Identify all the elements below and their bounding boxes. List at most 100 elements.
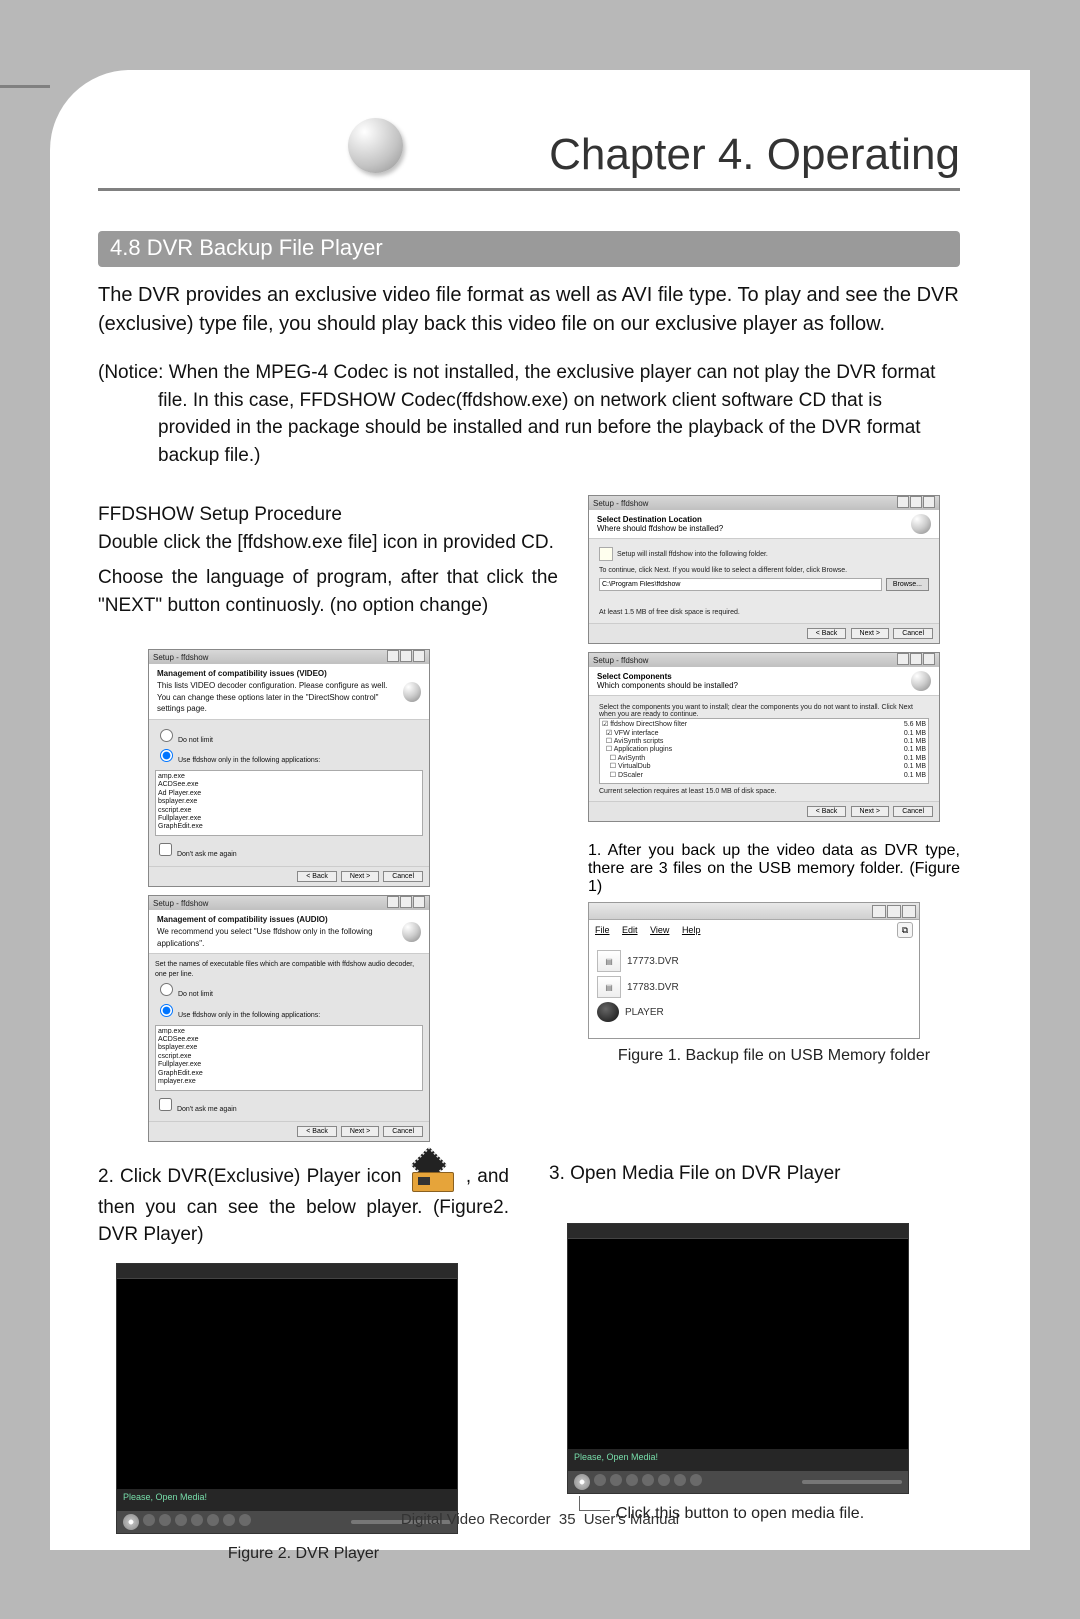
step1-text: 1. After you back up the video data as D… [588, 842, 960, 896]
min-icon[interactable] [897, 496, 909, 508]
inst2-body: Select the components you want to instal… [589, 696, 939, 801]
max-icon[interactable] [910, 496, 922, 508]
inst2-titlebar: Setup - ffdshow [589, 653, 939, 667]
control-button[interactable] [626, 1474, 638, 1486]
back-button[interactable]: < Back [297, 871, 337, 882]
mgmt2-listbox[interactable]: amp.exe ACDSee.exe bsplayer.exe cscript.… [155, 1025, 423, 1091]
next-button[interactable]: Next > [851, 806, 889, 817]
opt-use-radio[interactable] [160, 749, 173, 762]
min-icon[interactable] [872, 905, 886, 918]
dvr-player-icon [412, 1160, 456, 1194]
player-status: Please, Open Media! [568, 1449, 908, 1471]
app-item: amp.exe [158, 773, 420, 781]
video-area [568, 1239, 908, 1449]
component-list[interactable]: ☑ ffdshow DirectShow filter5.6 MB ☑ VFW … [599, 718, 929, 784]
cancel-button[interactable]: Cancel [383, 871, 423, 882]
open-media-button[interactable] [574, 1474, 590, 1490]
file-icon: ▤ [597, 976, 621, 998]
player-titlebar [568, 1224, 908, 1239]
browse-button[interactable]: Browse... [886, 578, 929, 591]
file-item[interactable]: PLAYER [597, 1002, 911, 1022]
back-button[interactable]: < Back [297, 1126, 337, 1137]
app-item: cscript.exe [158, 807, 420, 815]
installer-components: Setup - ffdshow Select Components Which … [588, 652, 940, 822]
inst1-header-title: Select Destination Location [597, 515, 702, 524]
step2-before: 2. Click DVR(Exclusive) Player icon [98, 1166, 408, 1187]
cancel-button[interactable]: Cancel [893, 806, 933, 817]
file-item[interactable]: ▤ 17773.DVR [597, 950, 911, 972]
comp-size: 5.6 MB [904, 721, 926, 729]
control-button[interactable] [610, 1474, 622, 1486]
comp-size: 0.1 MB [904, 763, 926, 771]
min-icon[interactable] [387, 896, 399, 908]
callout-line [579, 1496, 610, 1511]
back-button[interactable]: < Back [807, 806, 847, 817]
installer-col: Setup - ffdshow Select Destination Locat… [588, 495, 960, 1150]
inst1-footer: < Back Next > Cancel [589, 623, 939, 643]
mgmt1-header: Management of compatibility issues (VIDE… [149, 664, 429, 719]
next-button[interactable]: Next > [851, 628, 889, 639]
chapter-header: Chapter 4. Operating [98, 130, 960, 191]
min-icon[interactable] [897, 653, 909, 665]
install-path-input[interactable] [599, 578, 882, 591]
figure1-caption: Figure 1. Backup file on USB Memory fold… [588, 1047, 960, 1065]
max-icon[interactable] [910, 653, 922, 665]
close-icon[interactable] [413, 650, 425, 662]
control-button[interactable] [674, 1474, 686, 1486]
inst1-titlebar-text: Setup - ffdshow [593, 499, 648, 508]
player-status: Please, Open Media! [117, 1489, 457, 1511]
mgmt-window-video: Setup - ffdshow Management of compatibil… [148, 649, 430, 887]
close-icon[interactable] [923, 653, 935, 665]
inst1-header: Select Destination Location Where should… [589, 510, 939, 539]
menu-view[interactable]: View [650, 925, 669, 935]
app-item: cscript.exe [158, 1053, 420, 1061]
next-button[interactable]: Next > [341, 1126, 379, 1137]
next-button[interactable]: Next > [341, 871, 379, 882]
cancel-button[interactable]: Cancel [383, 1126, 423, 1137]
max-icon[interactable] [887, 905, 901, 918]
comp-size: 0.1 MB [904, 738, 926, 746]
close-icon[interactable] [923, 496, 935, 508]
installer-logo-icon [402, 922, 421, 942]
dontask-checkbox[interactable] [159, 1098, 172, 1111]
app-item: Fullplayer.exe [158, 815, 420, 823]
control-button[interactable] [658, 1474, 670, 1486]
mgmt1-note: You can change these options later in th… [157, 693, 379, 714]
app-item: mplayer.exe [158, 1078, 420, 1086]
cancel-button[interactable]: Cancel [893, 628, 933, 639]
sphere-icon [348, 118, 403, 173]
opt-none-radio[interactable] [160, 729, 173, 742]
mgmt1-listbox[interactable]: amp.exe ACDSee.exe Ad Player.exe bsplaye… [155, 770, 423, 836]
volume-slider[interactable] [802, 1480, 902, 1484]
close-icon[interactable] [902, 905, 916, 918]
mgmt2-header-sub: We recommend you select "Use ffdshow onl… [157, 927, 373, 948]
menu-help[interactable]: Help [682, 925, 701, 935]
max-icon[interactable] [400, 896, 412, 908]
inst2-footer: < Back Next > Cancel [589, 801, 939, 821]
app-item: Ad Player.exe [158, 790, 420, 798]
app-item: amp.exe [158, 1028, 420, 1036]
player-titlebar [117, 1264, 457, 1279]
comp-name: DScaler [618, 772, 643, 779]
dvr-player-window-step3: Please, Open Media! [567, 1223, 909, 1494]
mgmt1-opt-use: Use ffdshow only in the following applic… [178, 757, 320, 764]
close-icon[interactable] [413, 896, 425, 908]
opt-use-radio[interactable] [160, 1004, 173, 1017]
menu-edit[interactable]: Edit [622, 925, 638, 935]
back-button[interactable]: < Back [807, 628, 847, 639]
mgmt-window-audio: Setup - ffdshow Management of compatibil… [148, 895, 430, 1142]
control-button[interactable] [594, 1474, 606, 1486]
control-button[interactable] [690, 1474, 702, 1486]
file-item[interactable]: ▤ 17783.DVR [597, 976, 911, 998]
max-icon[interactable] [400, 650, 412, 662]
mgmt1-titlebar-text: Setup - ffdshow [153, 652, 208, 664]
dontask-checkbox[interactable] [159, 843, 172, 856]
installer-logo-icon [403, 682, 421, 702]
opt-none-radio[interactable] [160, 983, 173, 996]
page-footer: Digital Video Recorder 35 User's Manual [50, 1511, 1030, 1528]
app-item: Fullplayer.exe [158, 1061, 420, 1069]
menu-file[interactable]: File [595, 925, 610, 935]
min-icon[interactable] [387, 650, 399, 662]
control-button[interactable] [642, 1474, 654, 1486]
inst1-header-sub: Where should ffdshow be installed? [597, 524, 723, 533]
